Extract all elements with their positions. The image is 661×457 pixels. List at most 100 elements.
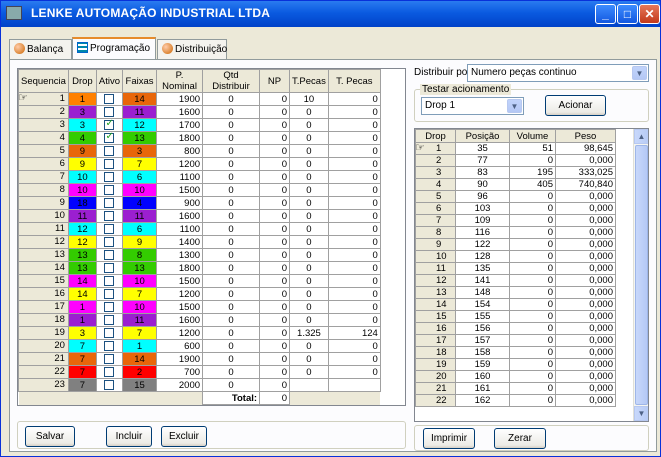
table-row[interactable]: 17 157 0 0,000: [415, 334, 616, 347]
drop-cell[interactable]: ☞ 1: [415, 142, 456, 155]
seq-cell[interactable]: 7: [18, 170, 69, 184]
seq-cell[interactable]: 6: [18, 157, 69, 171]
volume-cell[interactable]: 0: [509, 238, 556, 251]
ativo-cell[interactable]: [95, 131, 124, 145]
tpecas1-cell[interactable]: 0: [289, 274, 329, 288]
peso-cell[interactable]: 740,840: [555, 178, 616, 191]
table-row[interactable]: 16 156 0 0,000: [415, 322, 616, 335]
seq-cell[interactable]: 22: [18, 365, 69, 379]
table-row[interactable]: 12 12 9 1400 0 0 0 0: [18, 235, 381, 249]
title-bar[interactable]: LENKE AUTOMAÇÃO INDUSTRIAL LTDA _ □ ✕: [1, 1, 660, 27]
faixa-cell[interactable]: 14: [122, 352, 158, 366]
posicao-cell[interactable]: 35: [455, 142, 510, 155]
ativo-cell[interactable]: [95, 209, 124, 223]
table-row[interactable]: 11 12 6 1100 0 0 0 0: [18, 222, 381, 236]
tpecas2-cell[interactable]: 0: [327, 235, 381, 249]
ativo-checkbox[interactable]: [104, 366, 115, 377]
table-row[interactable]: ☞ 1 1 14 1900 0 0 10 0: [18, 92, 381, 106]
qtd-cell[interactable]: 0: [202, 248, 261, 262]
qtd-cell[interactable]: 0: [202, 352, 261, 366]
table-row[interactable]: 22 162 0 0,000: [415, 394, 616, 407]
faixa-cell[interactable]: 11: [122, 105, 158, 119]
drop-cell[interactable]: 12: [67, 235, 97, 249]
nominal-cell[interactable]: 900: [156, 196, 204, 210]
tpecas2-cell[interactable]: 0: [327, 131, 381, 145]
ativo-checkbox[interactable]: [104, 275, 115, 286]
np-cell[interactable]: 0: [259, 313, 291, 327]
qtd-cell[interactable]: 0: [202, 105, 261, 119]
seq-cell[interactable]: 5: [18, 144, 69, 158]
faixa-cell[interactable]: 7: [122, 326, 158, 340]
drop-cell[interactable]: 4: [67, 131, 97, 145]
np-cell[interactable]: 0: [259, 105, 291, 119]
ativo-checkbox[interactable]: [104, 106, 115, 117]
table-row[interactable]: 19 3 7 1200 0 0 1.325 124: [18, 326, 381, 340]
volume-cell[interactable]: 0: [509, 286, 556, 299]
nominal-cell[interactable]: 700: [156, 365, 204, 379]
volume-cell[interactable]: 0: [509, 154, 556, 167]
vertical-scrollbar[interactable]: ▲ ▼: [633, 129, 648, 421]
drop-cell[interactable]: 1: [67, 92, 97, 106]
faixa-cell[interactable]: 14: [122, 92, 158, 106]
table-row[interactable]: 21 7 14 1900 0 0 0 0: [18, 352, 381, 366]
drop-cell[interactable]: 11: [67, 209, 97, 223]
seq-cell[interactable]: 15: [18, 274, 69, 288]
peso-cell[interactable]: 0,000: [555, 286, 616, 299]
qtd-cell[interactable]: 0: [202, 196, 261, 210]
col-header[interactable]: NP: [259, 69, 291, 93]
tpecas1-cell[interactable]: 0: [289, 209, 329, 223]
volume-cell[interactable]: 0: [509, 370, 556, 383]
tpecas2-cell[interactable]: 0: [327, 287, 381, 301]
nominal-cell[interactable]: 1600: [156, 105, 204, 119]
tpecas1-cell[interactable]: 0: [289, 157, 329, 171]
ativo-checkbox[interactable]: [104, 288, 115, 299]
qtd-cell[interactable]: 0: [202, 261, 261, 275]
col-header[interactable]: Ativo: [95, 69, 124, 93]
volume-cell[interactable]: 0: [509, 250, 556, 263]
tab-distribuicao[interactable]: Distribuição: [157, 39, 227, 59]
seq-cell[interactable]: 11: [18, 222, 69, 236]
tpecas1-cell[interactable]: 0: [289, 287, 329, 301]
np-cell[interactable]: 0: [259, 157, 291, 171]
nominal-cell[interactable]: 1500: [156, 183, 204, 197]
seq-cell[interactable]: 4: [18, 131, 69, 145]
tpecas1-cell[interactable]: 1.325: [289, 326, 329, 340]
nominal-cell[interactable]: 1400: [156, 235, 204, 249]
minimize-button[interactable]: _: [595, 4, 616, 24]
seq-cell[interactable]: ☞ 1: [18, 92, 69, 106]
drop-cell[interactable]: 11: [415, 262, 456, 275]
table-row[interactable]: 6 9 7 1200 0 0 0 0: [18, 157, 381, 171]
table-row[interactable]: 8 10 10 1500 0 0 0 0: [18, 183, 381, 197]
drop-cell[interactable]: 13: [67, 248, 97, 262]
ativo-checkbox[interactable]: [104, 93, 115, 104]
qtd-cell[interactable]: 0: [202, 222, 261, 236]
ativo-cell[interactable]: [95, 248, 124, 262]
ativo-cell[interactable]: [95, 118, 124, 132]
posicao-cell[interactable]: 135: [455, 262, 510, 275]
tpecas1-cell[interactable]: 0: [289, 352, 329, 366]
volume-cell[interactable]: 405: [509, 178, 556, 191]
drop-cell[interactable]: 3: [67, 326, 97, 340]
scroll-up-icon[interactable]: ▲: [634, 129, 648, 144]
nominal-cell[interactable]: 1600: [156, 209, 204, 223]
ativo-checkbox[interactable]: [104, 379, 115, 390]
seq-cell[interactable]: 23: [18, 378, 69, 392]
faixa-cell[interactable]: 1: [122, 339, 158, 353]
drop-cell[interactable]: 3: [415, 166, 456, 179]
peso-cell[interactable]: 0,000: [555, 358, 616, 371]
tpecas1-cell[interactable]: 10: [289, 92, 329, 106]
seq-cell[interactable]: 21: [18, 352, 69, 366]
tpecas1-cell[interactable]: 0: [289, 261, 329, 275]
volume-cell[interactable]: 0: [509, 334, 556, 347]
nominal-cell[interactable]: 800: [156, 144, 204, 158]
nominal-cell[interactable]: 1200: [156, 287, 204, 301]
drop-cell[interactable]: 15: [415, 310, 456, 323]
tpecas2-cell[interactable]: 0: [327, 118, 381, 132]
drop-cell[interactable]: 4: [415, 178, 456, 191]
peso-cell[interactable]: 0,000: [555, 346, 616, 359]
np-cell[interactable]: 0: [259, 183, 291, 197]
drop-cell[interactable]: 7: [67, 339, 97, 353]
peso-cell[interactable]: 0,000: [555, 262, 616, 275]
posicao-cell[interactable]: 155: [455, 310, 510, 323]
faixa-cell[interactable]: 7: [122, 157, 158, 171]
